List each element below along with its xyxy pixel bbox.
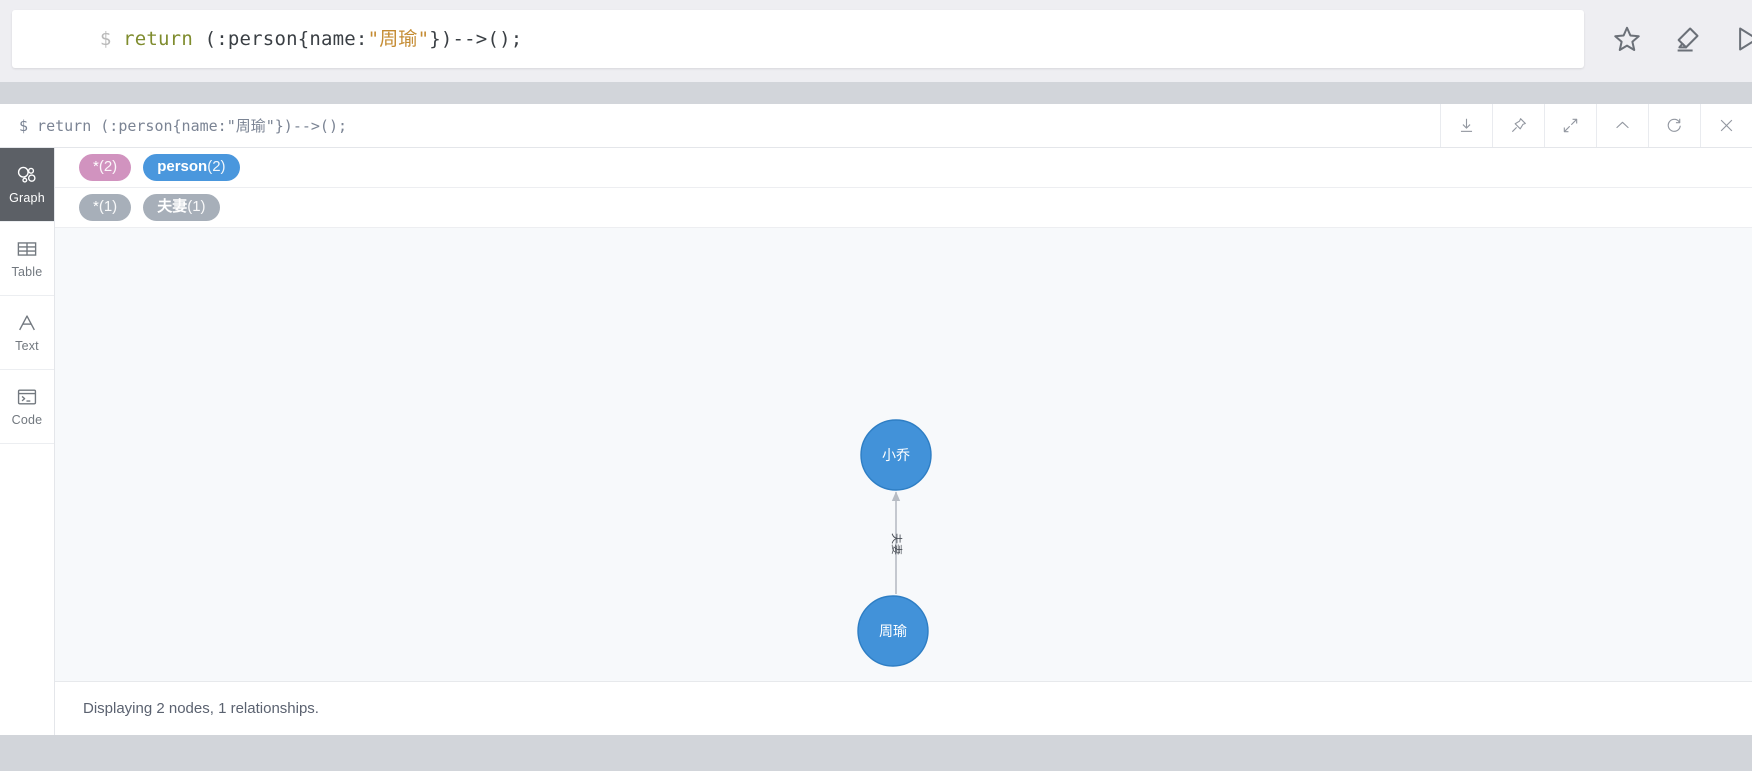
- legend-pill-fuqi[interactable]: 夫妻 (1): [143, 194, 220, 221]
- sidebar-item-code[interactable]: Code: [0, 370, 54, 444]
- run-icon[interactable]: [1730, 22, 1752, 56]
- graph-visualization[interactable]: 夫妻 小乔 周瑜: [55, 228, 1752, 681]
- result-status-bar: Displaying 2 nodes, 1 relationships.: [55, 681, 1752, 735]
- query-editor-zone: $ return (:person{name:"周瑜"})-->();: [0, 0, 1752, 82]
- query-prompt-symbol: $: [99, 27, 112, 50]
- clear-icon[interactable]: [1670, 22, 1704, 56]
- sidebar-item-graph[interactable]: Graph: [0, 148, 54, 222]
- collapse-icon[interactable]: [1596, 104, 1648, 147]
- query-pattern-left: (:person{name:: [192, 27, 368, 50]
- legend-pill-name: person: [157, 158, 208, 176]
- expand-icon[interactable]: [1544, 104, 1596, 147]
- text-icon: [19, 315, 35, 331]
- legend-pill-count: (2): [207, 158, 226, 176]
- query-string-literal: "周瑜": [367, 27, 430, 50]
- result-panel: $ return (:person{name:"周瑜"})-->(); Grap…: [0, 104, 1752, 735]
- result-query-text: $ return (:person{name:"周瑜"})-->();: [19, 117, 348, 135]
- legend-pill-all-nodes[interactable]: * (2): [79, 154, 132, 181]
- legend-pill-count: (1): [98, 198, 118, 216]
- legend-pill-all-rels[interactable]: * (1): [79, 194, 132, 221]
- sidebar-item-label: Text: [15, 339, 39, 353]
- legend-section: * (2) person (2) * (1) 夫妻 (1): [55, 148, 1752, 228]
- graph-main-area: * (2) person (2) * (1) 夫妻 (1) 夫妻 小乔 周瑜 D…: [55, 148, 1752, 735]
- page-bottom-strip: [0, 735, 1752, 771]
- query-pattern-right: })-->();: [429, 27, 523, 50]
- query-editor-input[interactable]: $ return (:person{name:"周瑜"})-->();: [12, 10, 1584, 68]
- result-header: $ return (:person{name:"周瑜"})-->();: [0, 104, 1752, 148]
- status-text: Displaying 2 nodes, 1 relationships.: [83, 700, 319, 717]
- graph-icon: [17, 166, 36, 183]
- view-mode-sidebar: Graph Table Text Code: [0, 148, 55, 735]
- legend-pill-count: (1): [187, 198, 206, 216]
- sidebar-item-table[interactable]: Table: [0, 222, 54, 296]
- favorite-icon[interactable]: [1610, 22, 1644, 56]
- sidebar-item-label: Graph: [9, 191, 45, 205]
- panel-gap: [0, 82, 1752, 104]
- query-keyword: return: [123, 27, 193, 50]
- graph-canvas[interactable]: 夫妻 小乔 周瑜: [55, 228, 1752, 681]
- sidebar-item-label: Code: [11, 413, 43, 427]
- query-editor-text: $ return (:person{name:"周瑜"})-->();: [30, 11, 522, 68]
- close-icon[interactable]: [1700, 104, 1752, 147]
- code-icon: [17, 389, 37, 405]
- refresh-icon[interactable]: [1648, 104, 1700, 147]
- legend-pill-count: (2): [98, 158, 118, 176]
- download-icon[interactable]: [1440, 104, 1492, 147]
- legend-pill-person[interactable]: person (2): [143, 154, 240, 181]
- legend-row-nodes: * (2) person (2): [55, 148, 1752, 188]
- legend-row-relationships: * (1) 夫妻 (1): [55, 188, 1752, 228]
- pin-icon[interactable]: [1492, 104, 1544, 147]
- legend-pill-name: 夫妻: [157, 198, 188, 216]
- graph-node[interactable]: 周瑜: [857, 595, 929, 667]
- graph-node[interactable]: 小乔: [860, 419, 932, 491]
- sidebar-item-text[interactable]: Text: [0, 296, 54, 370]
- editor-action-bar: [1584, 10, 1752, 68]
- result-body: Graph Table Text Code * (2) person (2) *…: [0, 148, 1752, 735]
- result-header-tools: [1440, 104, 1752, 147]
- table-icon: [17, 242, 37, 256]
- sidebar-item-label: Table: [11, 265, 43, 279]
